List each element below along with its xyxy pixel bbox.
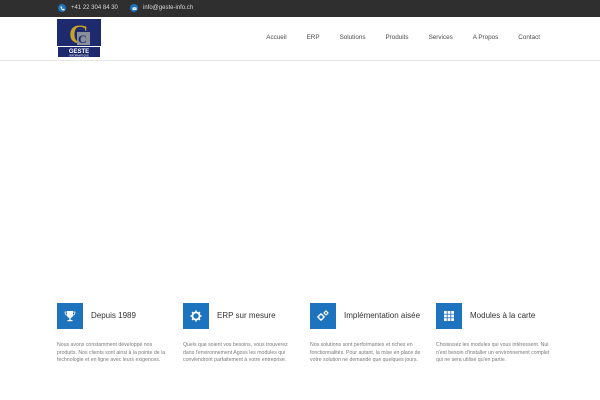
phone-icon [58, 4, 66, 12]
nav-item-services[interactable]: Services [429, 34, 453, 41]
nav-item-a-propos[interactable]: A Propos [473, 34, 499, 41]
trophy-icon [57, 303, 83, 329]
site-logo[interactable]: G C GESTE INFORMATIQUE [57, 19, 101, 58]
site-header: G C GESTE INFORMATIQUE Accueil ERP Solut… [0, 17, 600, 61]
feature-description: Quels que soient vos besoins, vous trouv… [183, 342, 288, 364]
nav-item-contact[interactable]: Contact [518, 34, 540, 41]
svg-text:C: C [78, 32, 87, 46]
feature-title: Depuis 1989 [91, 311, 136, 320]
top-bar: +41 22 304 84 30 info@geste-info.ch [0, 0, 600, 17]
nav-item-erp[interactable]: ERP [307, 34, 320, 41]
gears-icon [310, 303, 336, 329]
feature-description: Choisissez les modules qui vous intéress… [436, 342, 550, 364]
feature-description: Nos solutions sont performantes et riche… [310, 342, 421, 364]
feature-title: Modules à la carte [470, 311, 536, 320]
email-address: info@geste-info.ch [143, 5, 194, 11]
feature-description: Nous avons constamment développé nos pro… [57, 342, 166, 364]
feature-title: ERP sur mesure [217, 311, 276, 320]
phone-number: +41 22 304 84 30 [71, 5, 118, 11]
nav-item-solutions[interactable]: Solutions [340, 34, 366, 41]
email-contact[interactable]: info@geste-info.ch [130, 4, 193, 12]
grid-icon [436, 303, 462, 329]
envelope-icon [130, 4, 138, 12]
phone-contact[interactable]: +41 22 304 84 30 [58, 4, 118, 12]
nav-item-produits[interactable]: Produits [385, 34, 408, 41]
nav-item-accueil[interactable]: Accueil [266, 34, 286, 41]
logo-subtitle: INFORMATIQUE [69, 54, 89, 58]
main-nav: Accueil ERP Solutions Produits Services … [246, 34, 540, 41]
gear-icon [183, 303, 209, 329]
feature-title: Implémentation aisée [344, 311, 421, 320]
